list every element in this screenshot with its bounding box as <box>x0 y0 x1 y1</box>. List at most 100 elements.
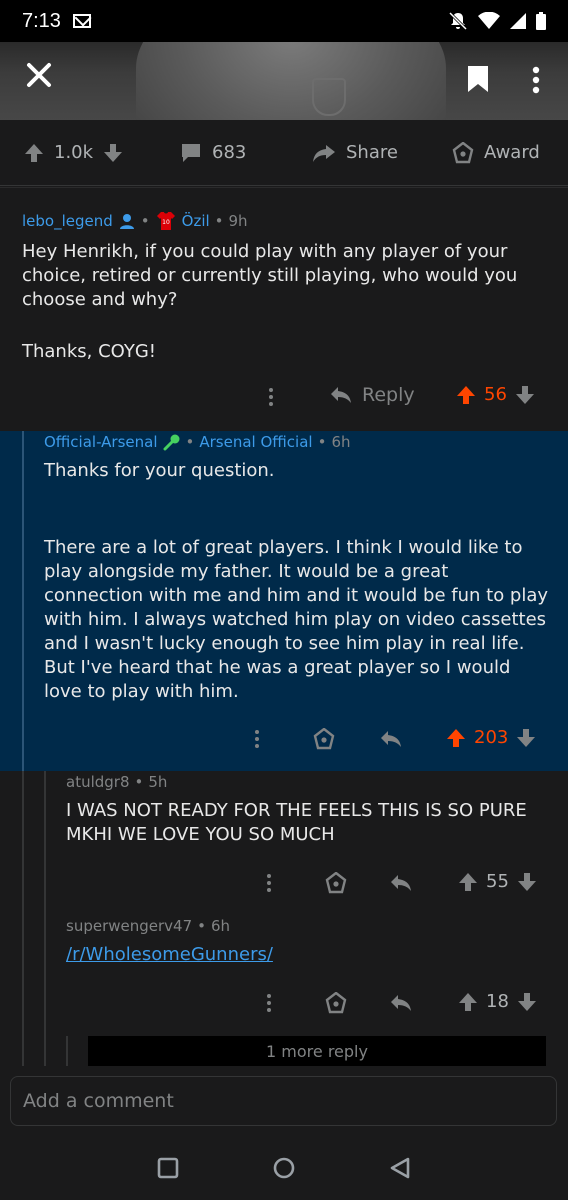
award-icon <box>452 141 474 163</box>
square-recents-icon <box>157 1157 179 1179</box>
share-button[interactable]: Share <box>312 142 398 163</box>
comments-count: 683 <box>212 142 247 163</box>
comment-score: 56 <box>484 384 507 405</box>
subreddit-link[interactable]: /r/WholesomeGunners/ <box>66 943 273 967</box>
comment-time: 5h <box>148 773 168 791</box>
comment-more-button[interactable] <box>266 873 272 897</box>
header-photo <box>136 42 446 120</box>
add-comment-input[interactable]: Add a comment <box>10 1076 557 1126</box>
comment-time: 6h <box>210 917 231 935</box>
user-flair: Arsenal Official <box>199 433 313 451</box>
close-button[interactable] <box>24 60 54 94</box>
award-icon <box>325 871 347 894</box>
meta-dot: • <box>134 773 144 791</box>
award-button[interactable] <box>325 991 347 1018</box>
meta-dot: • <box>185 433 195 451</box>
user-flair: Özil <box>181 212 210 230</box>
award-button[interactable]: Award <box>452 141 540 164</box>
comment-score: 203 <box>474 727 509 748</box>
downvote-icon[interactable] <box>103 143 123 163</box>
comment-author[interactable]: lebo_legend <box>22 212 113 230</box>
wifi-icon <box>478 12 500 29</box>
bookmark-icon <box>468 66 488 92</box>
more-replies-label: 1 more reply <box>266 1041 368 1061</box>
award-button[interactable] <box>313 727 335 754</box>
award-icon <box>313 727 335 750</box>
thread-line <box>22 431 24 771</box>
more-vertical-icon <box>267 994 271 1012</box>
meta-dot: • <box>214 212 224 230</box>
more-replies-button[interactable]: 1 more reply <box>88 1036 546 1066</box>
comment-body: Hey Henrikh, if you could play with any … <box>22 241 518 310</box>
save-button[interactable] <box>466 64 490 98</box>
upvote-icon[interactable] <box>456 385 476 405</box>
upvote-icon[interactable] <box>458 992 478 1012</box>
comment-body: There are a lot of great players. I thin… <box>44 537 549 702</box>
comment-score: 55 <box>486 871 509 892</box>
downvote-icon[interactable] <box>517 992 537 1012</box>
comment-more-button[interactable] <box>268 387 274 411</box>
more-vertical-icon <box>269 388 273 406</box>
triangle-back-icon <box>390 1157 410 1179</box>
comment-meta: Official-Arsenal • Arsenal Official • 6h <box>44 433 351 451</box>
reply-arrow-icon <box>391 995 411 1011</box>
recents-button[interactable] <box>156 1156 180 1184</box>
status-time: 7:13 <box>22 9 61 32</box>
reply-button[interactable] <box>380 730 402 752</box>
comment-vote-group: 18 <box>458 991 537 1012</box>
meta-dot: • <box>317 433 327 451</box>
comment-author[interactable]: Official-Arsenal <box>44 433 158 451</box>
comment-author[interactable]: atuldgr8 <box>66 773 130 791</box>
meta-dot: • <box>140 212 150 230</box>
home-button[interactable] <box>272 1156 296 1184</box>
reply-arrow-icon <box>381 731 401 747</box>
upvote-icon[interactable] <box>446 728 466 748</box>
comment-atuldgr8: atuldgr8 • 5h I WAS NOT READY FOR THE FE… <box>0 771 568 909</box>
back-button[interactable] <box>388 1156 412 1184</box>
comment-bubble-icon <box>182 143 200 162</box>
comment-vote-group: 56 <box>456 384 535 405</box>
comment-more-button[interactable] <box>254 729 260 753</box>
post-header-image <box>0 42 568 120</box>
thread-line <box>66 1036 68 1066</box>
comment-lebo-legend: lebo_legend • 10 Özil • 9h Hey Henrikh, … <box>0 187 568 431</box>
reply-arrow-icon <box>391 875 411 891</box>
more-vertical-icon <box>267 874 271 892</box>
comment-actions: Reply 56 <box>0 384 568 412</box>
close-icon <box>27 63 51 87</box>
ozil-shirt-flair-icon: 10 <box>156 212 175 230</box>
more-vertical-icon <box>532 66 540 94</box>
post-score: 1.0k <box>54 142 94 163</box>
comment-author[interactable]: superwengerv47 <box>66 917 192 935</box>
reply-label: Reply <box>362 384 415 406</box>
downvote-icon[interactable] <box>517 872 537 892</box>
system-nav-bar <box>0 1140 568 1200</box>
comment-score: 18 <box>486 991 509 1012</box>
comment-vote-group: 55 <box>458 871 537 892</box>
overflow-menu-button[interactable] <box>532 66 540 98</box>
battery-icon <box>536 12 546 30</box>
signal-icon <box>510 13 526 29</box>
comment-more-button[interactable] <box>266 993 272 1017</box>
award-button[interactable] <box>325 871 347 898</box>
downvote-icon[interactable] <box>516 728 536 748</box>
upvote-icon[interactable] <box>24 143 44 163</box>
comment-actions: 203 <box>0 727 568 753</box>
comment-body: I WAS NOT READY FOR THE FEELS THIS IS SO… <box>66 800 527 845</box>
post-vote-group: 1.0k <box>24 142 123 163</box>
circle-home-icon <box>273 1157 295 1179</box>
downvote-icon[interactable] <box>515 385 535 405</box>
comment-actions: 55 <box>0 871 568 897</box>
comment-meta: atuldgr8 • 5h <box>66 773 167 791</box>
user-icon <box>119 214 134 229</box>
crest-shape <box>312 78 346 116</box>
upvote-icon[interactable] <box>458 872 478 892</box>
reply-button[interactable] <box>390 994 412 1016</box>
comments-count-button[interactable]: 683 <box>180 142 246 163</box>
more-vertical-icon <box>255 730 259 748</box>
comment-time: 9h <box>228 212 248 230</box>
reply-button[interactable]: Reply <box>330 384 415 406</box>
reply-button[interactable] <box>390 874 412 896</box>
award-icon <box>325 991 347 1014</box>
share-arrow-icon <box>313 144 335 162</box>
